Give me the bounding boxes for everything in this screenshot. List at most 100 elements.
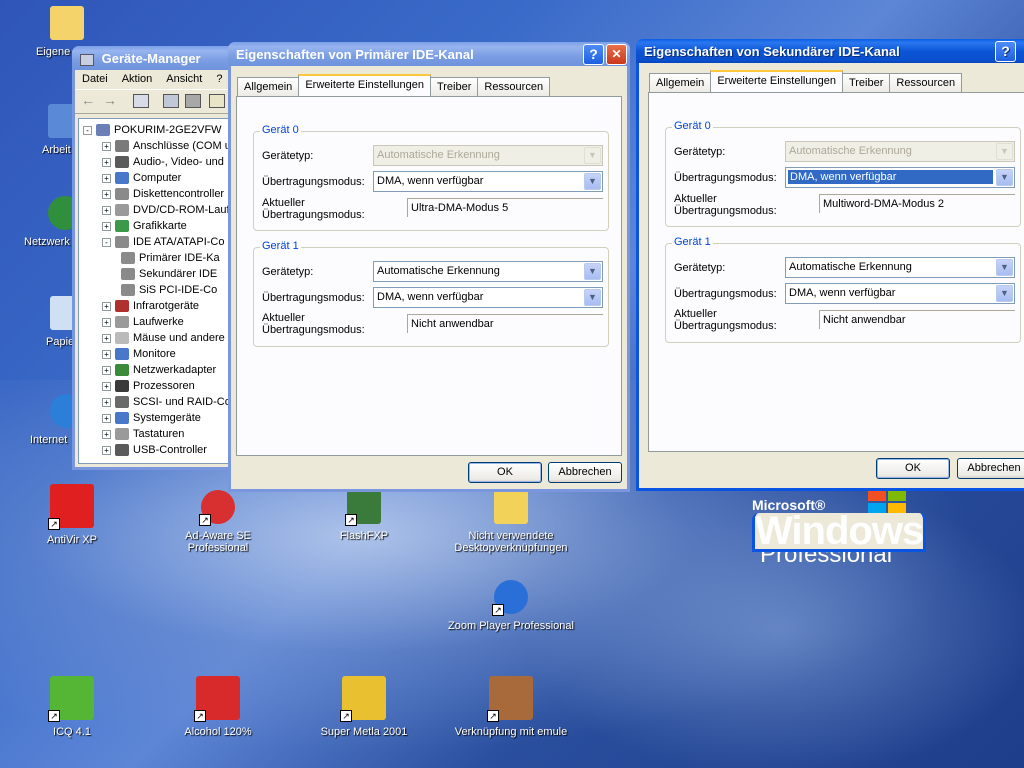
- expand-icon[interactable]: +: [102, 141, 111, 151]
- expand-icon[interactable]: +: [102, 349, 111, 359]
- collapse-icon[interactable]: -: [83, 125, 92, 135]
- primary-ide-dialog[interactable]: Eigenschaften von Primärer IDE-Kanal ? ✕…: [228, 42, 630, 492]
- expand-icon[interactable]: +: [102, 365, 111, 375]
- transfer-mode-select[interactable]: DMA, wenn verfügbar ▼: [373, 287, 603, 308]
- tree-item[interactable]: SiS PCI-IDE-Co: [121, 282, 217, 298]
- desktop-icon-supermetla[interactable]: ↗ Super Metla 2001: [304, 676, 424, 738]
- tree-item[interactable]: - POKURIM-2GE2VFW: [83, 122, 222, 138]
- tree-item[interactable]: + Grafikkarte: [102, 218, 187, 234]
- forward-arrow-icon[interactable]: →: [103, 93, 119, 108]
- tree-item[interactable]: + SCSI- und RAID-Co: [102, 394, 231, 410]
- transfer-mode-label: Übertragungsmodus:: [674, 172, 777, 184]
- transfer-mode-select[interactable]: DMA, wenn verfügbar ▼: [785, 283, 1015, 304]
- tab-treiber[interactable]: Treiber: [429, 77, 479, 96]
- close-button[interactable]: ✕: [606, 44, 627, 65]
- expand-icon[interactable]: +: [102, 157, 111, 167]
- expand-icon[interactable]: +: [102, 221, 111, 231]
- collapse-icon[interactable]: -: [102, 237, 111, 247]
- tree-item[interactable]: + Anschlüsse (COM u: [102, 138, 231, 154]
- secondary-ide-dialog[interactable]: Eigenschaften von Sekundärer IDE-Kanal ?…: [636, 39, 1024, 491]
- menu-ansicht[interactable]: Ansicht: [159, 70, 209, 89]
- tree-item[interactable]: + Diskettencontroller: [102, 186, 224, 202]
- ok-button[interactable]: OK: [468, 462, 542, 483]
- expand-icon[interactable]: +: [102, 381, 111, 391]
- tree-item[interactable]: + Tastaturen: [102, 426, 184, 442]
- tree-item[interactable]: + USB-Controller: [102, 442, 207, 458]
- tree-item[interactable]: + Prozessoren: [102, 378, 195, 394]
- desktop-icon-flashfxp[interactable]: ↗ FlashFXP: [304, 490, 424, 542]
- folder-icon: [50, 6, 84, 40]
- tree-item-label: Prozessoren: [133, 380, 195, 392]
- tab-ressourcen[interactable]: Ressourcen: [477, 77, 551, 96]
- expand-icon[interactable]: +: [102, 429, 111, 439]
- chevron-down-icon[interactable]: ▼: [584, 263, 601, 280]
- tree-item[interactable]: + Laufwerke: [102, 314, 184, 330]
- chevron-down-icon[interactable]: ▼: [996, 285, 1013, 302]
- desktop-icon-alcohol[interactable]: ↗ Alcohol 120%: [158, 676, 278, 738]
- tree-item[interactable]: + Netzwerkadapter: [102, 362, 216, 378]
- tab-allgemein[interactable]: Allgemein: [237, 77, 300, 96]
- expand-icon[interactable]: +: [102, 205, 111, 215]
- current-mode-label-1: Aktueller: [674, 193, 717, 205]
- device-type-select[interactable]: Automatische Erkennung ▼: [785, 257, 1015, 278]
- chevron-down-icon[interactable]: ▼: [584, 173, 601, 190]
- secondary-dialog-titlebar[interactable]: Eigenschaften von Sekundärer IDE-Kanal ?: [636, 39, 1024, 63]
- expand-icon[interactable]: +: [102, 397, 111, 407]
- chevron-down-icon[interactable]: ▼: [584, 289, 601, 306]
- tree-item[interactable]: + DVD/CD-ROM-Laufv: [102, 202, 235, 218]
- tree-item[interactable]: - IDE ATA/ATAPI-Co: [102, 234, 224, 250]
- tree-item[interactable]: + Systemgeräte: [102, 410, 201, 426]
- tree-item[interactable]: + Computer: [102, 170, 181, 186]
- tree-item[interactable]: + Audio-, Video- und: [102, 154, 224, 170]
- tree-item[interactable]: + Mäuse und andere: [102, 330, 225, 346]
- transfer-mode-select[interactable]: DMA, wenn verfügbar ▼: [785, 167, 1015, 188]
- current-mode-value: Ultra-DMA-Modus 5: [407, 198, 603, 217]
- properties-icon[interactable]: [163, 94, 179, 108]
- expand-icon[interactable]: +: [102, 317, 111, 327]
- tab-treiber[interactable]: Treiber: [841, 73, 891, 92]
- expand-icon[interactable]: +: [102, 413, 111, 423]
- device-type-select[interactable]: Automatische Erkennung ▼: [373, 261, 603, 282]
- shortcut-arrow-icon: ↗: [492, 604, 504, 616]
- menu-datei[interactable]: Datei: [75, 70, 115, 89]
- expand-icon[interactable]: +: [102, 445, 111, 455]
- expand-icon[interactable]: +: [102, 333, 111, 343]
- desktop-icon-zoomplayer[interactable]: ↗ Zoom Player Professional: [446, 580, 576, 632]
- tree-item-label: Tastaturen: [133, 428, 185, 440]
- current-mode-label-1: Aktueller: [674, 308, 717, 320]
- help-icon[interactable]: [209, 94, 225, 108]
- tab-ressourcen[interactable]: Ressourcen: [889, 73, 963, 92]
- cancel-button[interactable]: Abbrechen: [957, 458, 1024, 479]
- tab-allgemein[interactable]: Allgemein: [649, 73, 712, 92]
- tree-item-label: Grafikkarte: [133, 220, 187, 232]
- menu-aktion[interactable]: Aktion: [115, 70, 160, 89]
- tree-item[interactable]: Sekundärer IDE: [121, 266, 217, 282]
- desktop-icon-emule[interactable]: ↗ Verknüpfung mit emule: [446, 676, 576, 738]
- console-tree-icon[interactable]: [133, 94, 149, 108]
- desktop-icon-unused-shortcuts[interactable]: Nicht verwendete Desktopverknüpfungen: [446, 490, 576, 554]
- back-arrow-icon[interactable]: ←: [81, 93, 97, 108]
- transfer-mode-select[interactable]: DMA, wenn verfügbar ▼: [373, 171, 603, 192]
- device1-group: Gerät 1 Gerätetyp: Automatische Erkennun…: [253, 240, 609, 347]
- desktop-icon-label: Ad-Aware SE Professional: [185, 530, 251, 554]
- ok-button[interactable]: OK: [876, 458, 950, 479]
- desktop-icon-icq[interactable]: ↗ ICQ 4.1: [12, 676, 132, 738]
- chevron-down-icon[interactable]: ▼: [996, 259, 1013, 276]
- expand-icon[interactable]: +: [102, 173, 111, 183]
- tree-item[interactable]: + Monitore: [102, 346, 176, 362]
- expand-icon[interactable]: +: [102, 301, 111, 311]
- tab-erweiterte-einstellungen[interactable]: Erweiterte Einstellungen: [298, 74, 431, 96]
- tab-erweiterte-einstellungen[interactable]: Erweiterte Einstellungen: [710, 70, 843, 92]
- primary-dialog-titlebar[interactable]: Eigenschaften von Primärer IDE-Kanal ? ✕: [228, 42, 630, 66]
- cancel-button[interactable]: Abbrechen: [548, 462, 622, 483]
- chevron-down-icon[interactable]: ▼: [996, 169, 1013, 186]
- help-button[interactable]: ?: [995, 41, 1016, 62]
- desktop-icon-adaware[interactable]: ↗ Ad-Aware SE Professional: [158, 490, 278, 554]
- help-button[interactable]: ?: [583, 44, 604, 65]
- expand-icon[interactable]: +: [102, 189, 111, 199]
- tree-item[interactable]: Primärer IDE-Ka: [121, 250, 220, 266]
- tree-item[interactable]: + Infrarotgeräte: [102, 298, 199, 314]
- desktop-icon-antivir[interactable]: ↗ AntiVir XP: [12, 484, 132, 546]
- print-icon[interactable]: [185, 94, 201, 108]
- menu-help[interactable]: ?: [209, 70, 229, 89]
